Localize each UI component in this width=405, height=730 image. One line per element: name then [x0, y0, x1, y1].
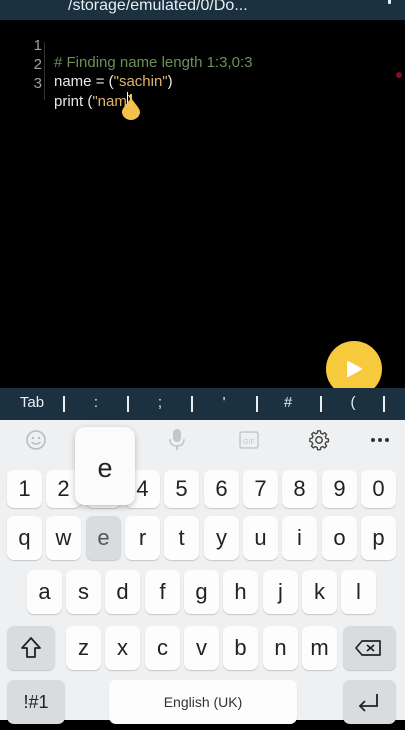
- key-6[interactable]: 6: [204, 470, 239, 508]
- key-8[interactable]: 8: [282, 470, 317, 508]
- key-q[interactable]: q: [7, 516, 42, 560]
- code-line-1[interactable]: 1 # Finding name length 1:3,0:3: [0, 20, 405, 71]
- file-path-bar: /storage/emulated/0/Do...: [0, 0, 405, 20]
- semicolon-key[interactable]: ;: [144, 394, 176, 411]
- quote-key[interactable]: ': [208, 394, 240, 411]
- svg-text:GIF: GIF: [243, 439, 255, 446]
- backspace-icon: [355, 640, 381, 656]
- key-c[interactable]: c: [145, 626, 180, 670]
- key-d[interactable]: d: [105, 570, 140, 614]
- key-o[interactable]: o: [322, 516, 357, 560]
- key-g[interactable]: g: [184, 570, 219, 614]
- code-prefix: print (: [54, 93, 93, 110]
- line-number: 3: [33, 75, 42, 92]
- divider: [383, 396, 385, 412]
- colon-key[interactable]: :: [80, 394, 112, 411]
- key-u[interactable]: u: [243, 516, 278, 560]
- key-5[interactable]: 5: [164, 470, 199, 508]
- key-h[interactable]: h: [223, 570, 258, 614]
- emoji-icon[interactable]: [25, 429, 47, 451]
- code-line-3[interactable]: 3 print ("nam): [0, 58, 405, 110]
- key-f[interactable]: f: [145, 570, 180, 614]
- key-preview-letter: e: [97, 453, 113, 483]
- mic-icon[interactable]: [168, 428, 186, 452]
- key-y[interactable]: y: [204, 516, 239, 560]
- enter-key[interactable]: [343, 680, 396, 724]
- key-e-pressed[interactable]: e: [86, 516, 121, 560]
- key-j[interactable]: j: [263, 570, 298, 614]
- gif-icon[interactable]: GIF: [238, 430, 260, 450]
- key-z[interactable]: z: [66, 626, 101, 670]
- tab-key[interactable]: Tab: [10, 394, 54, 411]
- key-p[interactable]: p: [361, 516, 396, 560]
- shift-icon: [21, 637, 41, 658]
- key-m[interactable]: m: [302, 626, 337, 670]
- key-r[interactable]: r: [125, 516, 160, 560]
- key-n[interactable]: n: [263, 626, 298, 670]
- more-icon[interactable]: [370, 436, 390, 444]
- key-l[interactable]: l: [341, 570, 376, 614]
- key-b[interactable]: b: [223, 626, 258, 670]
- divider: [191, 396, 193, 412]
- key-v[interactable]: v: [184, 626, 219, 670]
- key-1[interactable]: 1: [7, 470, 42, 508]
- key-0[interactable]: 0: [361, 470, 396, 508]
- overflow-menu-icon[interactable]: [388, 0, 391, 4]
- divider: [127, 396, 129, 412]
- key-a[interactable]: a: [27, 570, 62, 614]
- key-s[interactable]: s: [66, 570, 101, 614]
- enter-icon: [358, 694, 378, 712]
- key-9[interactable]: 9: [322, 470, 357, 508]
- key-x[interactable]: x: [105, 626, 140, 670]
- gear-icon[interactable]: [308, 429, 330, 451]
- keyboard: GIF 1 2 3 4 5 6 7 8 9 0 q w e r t y u i …: [0, 420, 405, 724]
- symbols-key[interactable]: !#1: [7, 680, 65, 724]
- cursor-handle-icon[interactable]: [121, 94, 141, 120]
- file-path: /storage/emulated/0/Do...: [68, 0, 248, 14]
- divider: [63, 396, 65, 412]
- code-line-2[interactable]: 2 name = ("sachin"): [0, 39, 405, 90]
- backspace-key[interactable]: [343, 626, 396, 670]
- key-t[interactable]: t: [164, 516, 199, 560]
- symbol-bar: Tab : ; ' # (: [0, 388, 405, 420]
- key-w[interactable]: w: [46, 516, 81, 560]
- space-key[interactable]: English (UK): [109, 680, 297, 724]
- paren-key[interactable]: (: [337, 394, 369, 411]
- key-i[interactable]: i: [282, 516, 317, 560]
- code-editor[interactable]: 1 # Finding name length 1:3,0:3 2 name =…: [0, 20, 405, 388]
- scroll-indicator: [396, 72, 402, 78]
- hash-key[interactable]: #: [272, 394, 304, 411]
- divider: [256, 396, 258, 412]
- key-preview-popup: e: [75, 427, 135, 505]
- shift-key[interactable]: [7, 626, 55, 670]
- key-k[interactable]: k: [302, 570, 337, 614]
- divider: [320, 396, 322, 412]
- key-7[interactable]: 7: [243, 470, 278, 508]
